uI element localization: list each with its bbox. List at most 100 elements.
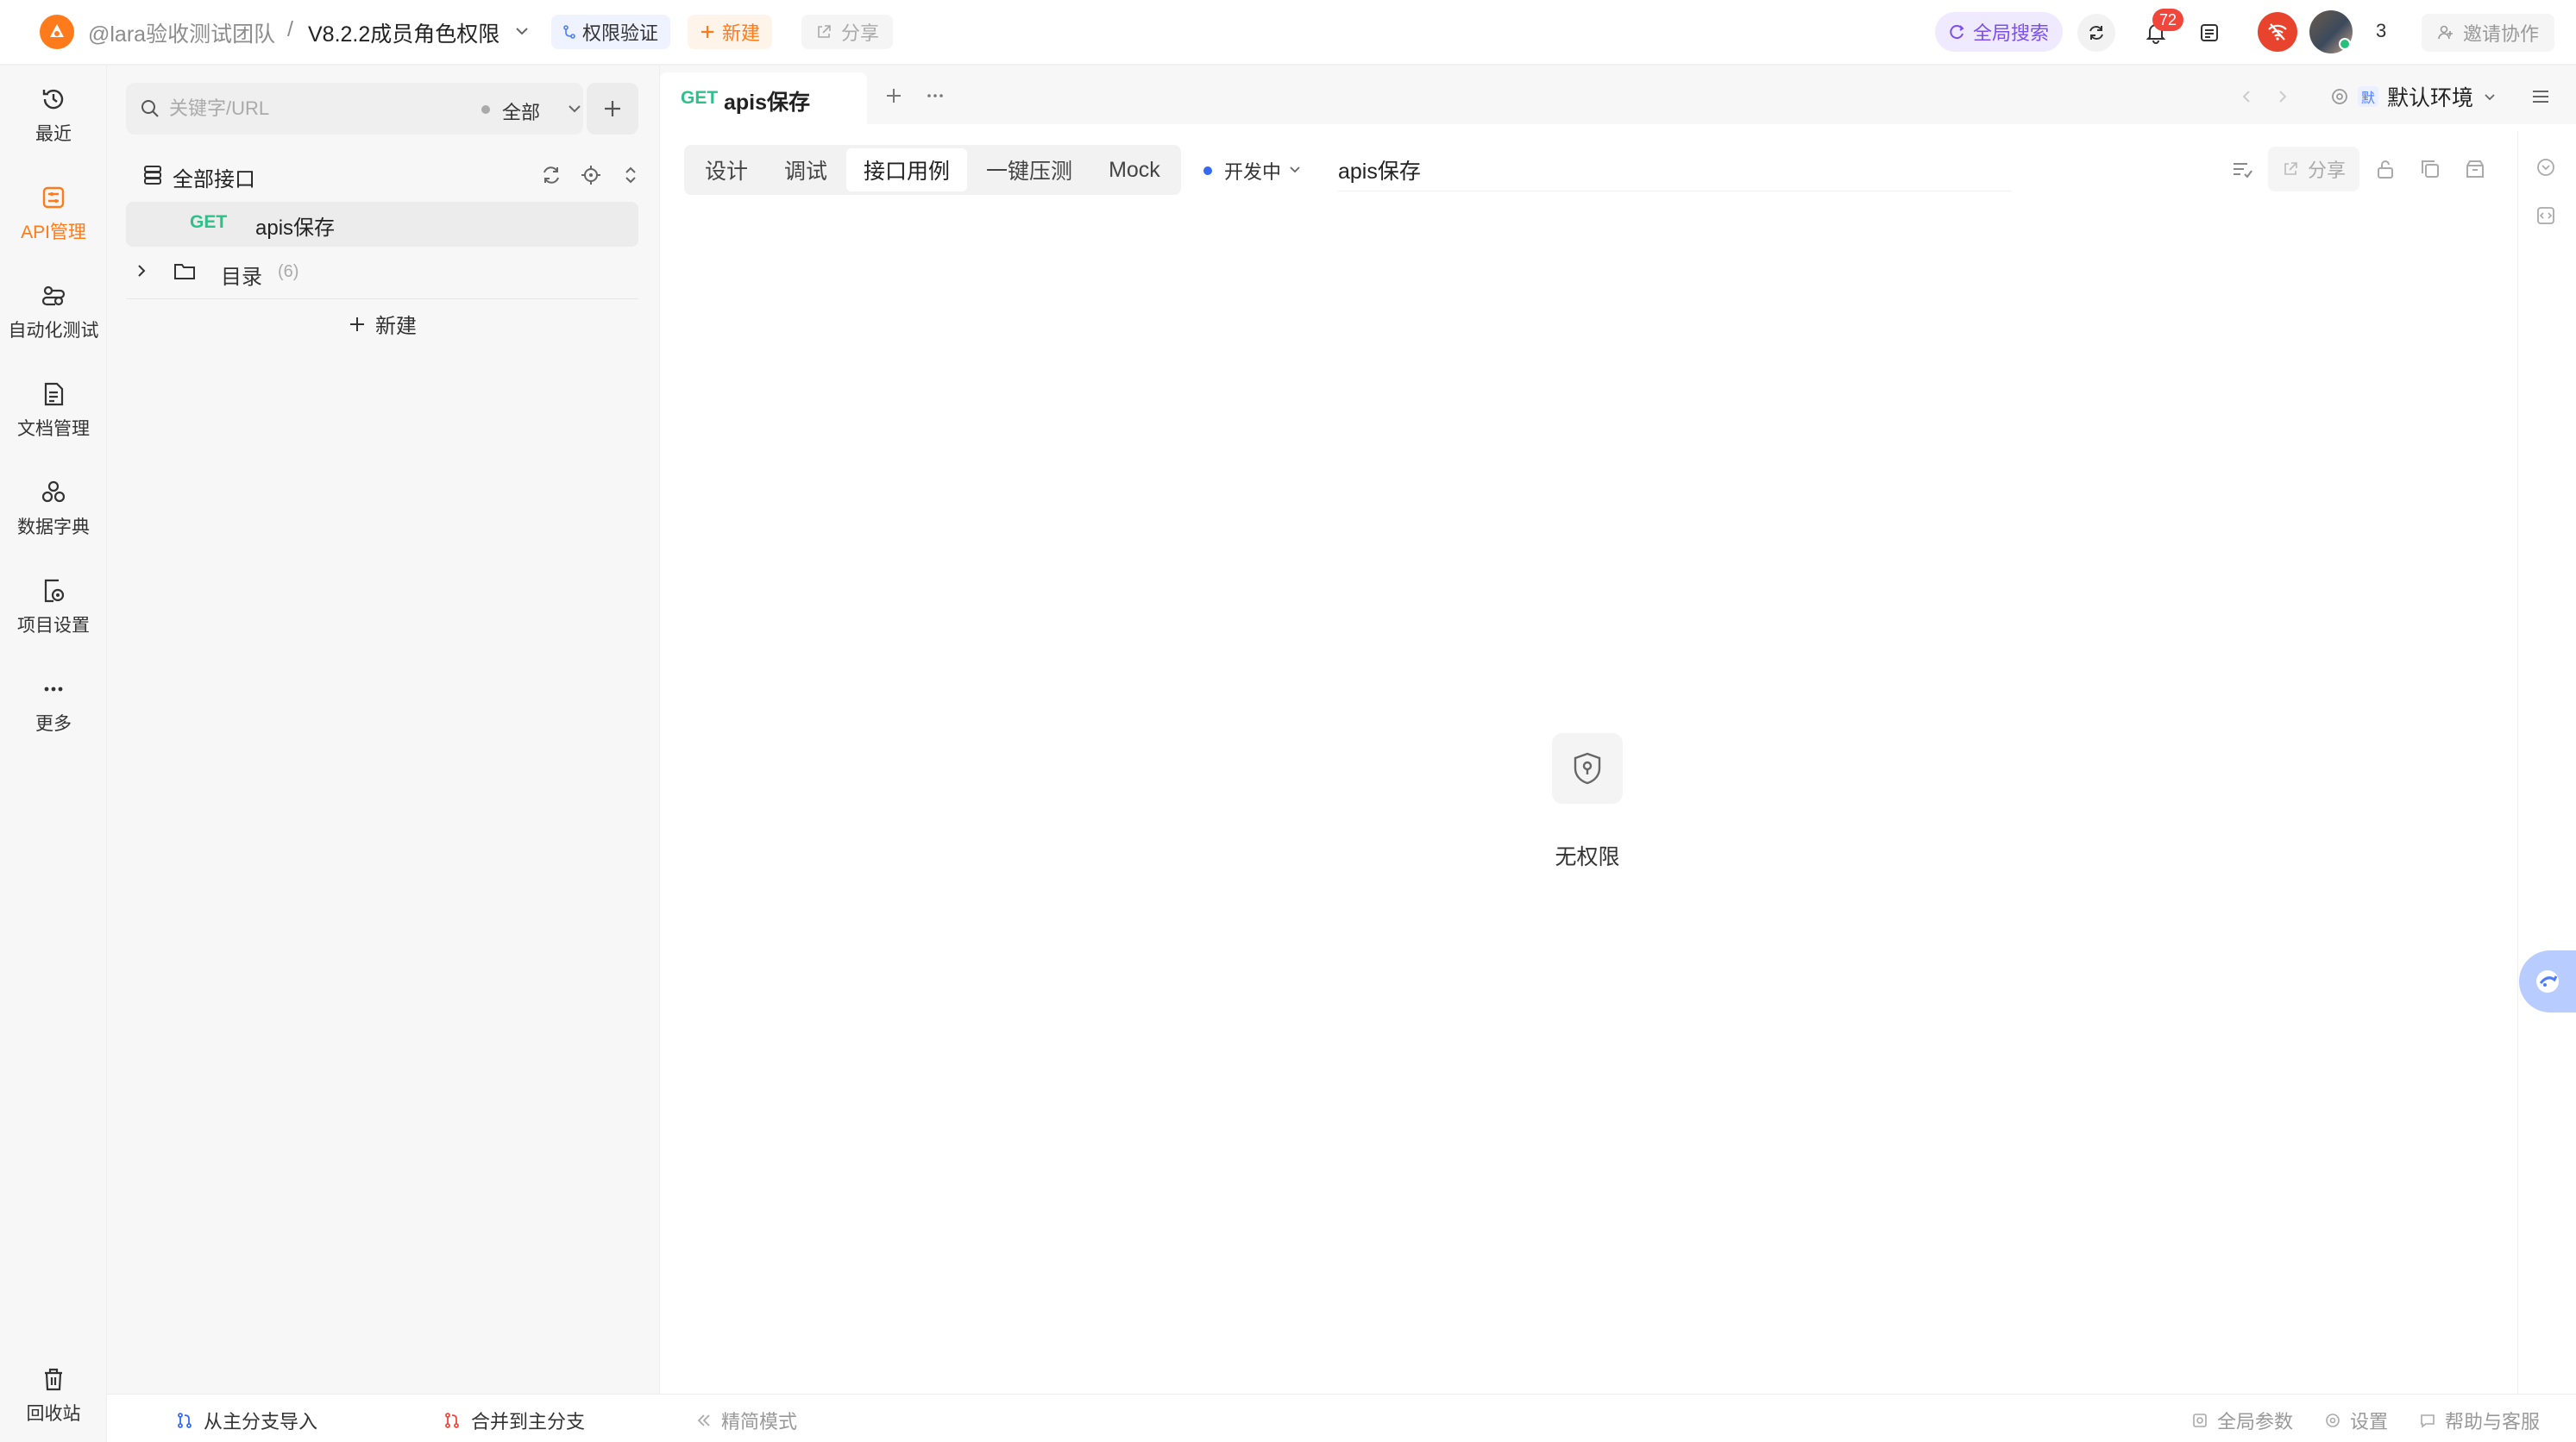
import-from-main-button[interactable]: 从主分支导入 bbox=[176, 1407, 317, 1434]
status-dot bbox=[1203, 166, 1212, 175]
tab-bar: GET apis保存 默 默认环境 bbox=[660, 66, 2576, 124]
tab-api[interactable]: GET apis保存 bbox=[660, 72, 867, 124]
collapse-circle-icon[interactable] bbox=[2535, 157, 2556, 178]
locate-icon[interactable] bbox=[580, 164, 602, 186]
add-api-button[interactable] bbox=[587, 83, 638, 135]
help-chat-icon bbox=[2421, 1414, 2435, 1428]
settings-button[interactable]: 设置 bbox=[2324, 1407, 2388, 1434]
invite-button[interactable]: 邀请协作 bbox=[2422, 14, 2555, 52]
api-icon bbox=[42, 186, 65, 209]
no-permission-illustration bbox=[1552, 733, 1623, 804]
new-button[interactable]: 新建 bbox=[688, 15, 773, 49]
breadcrumb-project[interactable]: V8.2.2成员角色权限 bbox=[308, 17, 499, 48]
tree-root[interactable]: 全部接口 bbox=[138, 157, 638, 191]
subtab-mock[interactable]: Mock bbox=[1091, 148, 1178, 191]
subtab-design[interactable]: 设计 bbox=[688, 148, 765, 191]
share-button[interactable]: 分享 bbox=[2268, 147, 2360, 191]
tree-folder[interactable]: 目录 (6) bbox=[126, 250, 638, 293]
rail-item-label: 回收站 bbox=[26, 1404, 81, 1424]
unlock-icon[interactable] bbox=[2373, 157, 2397, 181]
global-params-button[interactable]: 全局参数 bbox=[2191, 1407, 2293, 1434]
share-button-top[interactable]: 分享 bbox=[801, 15, 894, 49]
environment-icon bbox=[2332, 89, 2347, 104]
rail-item-dictionary[interactable]: 数据字典 bbox=[0, 467, 107, 550]
sync-button[interactable] bbox=[2077, 14, 2115, 52]
database-icon bbox=[144, 166, 161, 185]
user-add-icon bbox=[2438, 25, 2453, 40]
rail-item-docs[interactable]: 文档管理 bbox=[0, 369, 107, 452]
more-icon bbox=[44, 687, 63, 692]
api-name-input[interactable] bbox=[1338, 148, 2011, 191]
rail-item-more[interactable]: 更多 bbox=[0, 664, 107, 747]
code-panel-icon[interactable] bbox=[2535, 205, 2556, 226]
permission-tag[interactable]: 权限验证 bbox=[551, 15, 671, 49]
notification-badge: 72 bbox=[2152, 9, 2183, 31]
simple-mode-button[interactable]: 精简模式 bbox=[695, 1407, 797, 1434]
share-label: 分享 bbox=[2308, 160, 2347, 181]
help-label: 帮助与客服 bbox=[2445, 1411, 2541, 1433]
status-select[interactable]: 开发中 bbox=[1224, 157, 1281, 185]
import-from-main-label: 从主分支导入 bbox=[204, 1411, 318, 1433]
branch-icon bbox=[563, 25, 575, 39]
help-button[interactable]: 帮助与客服 bbox=[2419, 1407, 2540, 1434]
rail-item-recent[interactable]: 最近 bbox=[0, 74, 107, 157]
search-refresh-icon bbox=[1950, 25, 1964, 40]
chevron-down-icon[interactable] bbox=[512, 21, 532, 41]
search-box[interactable]: 全部 bbox=[126, 83, 583, 135]
rail-item-project-settings[interactable]: 项目设置 bbox=[0, 566, 107, 649]
rail-item-label: 自动化测试 bbox=[8, 321, 99, 341]
filter-select[interactable]: 全部 bbox=[502, 97, 540, 125]
breadcrumb-team[interactable]: @lara验收测试团队 bbox=[88, 17, 275, 48]
environment-select[interactable]: 默 默认环境 bbox=[2330, 81, 2497, 112]
tab-nav-arrows-icon[interactable] bbox=[2239, 86, 2290, 107]
app-logo[interactable] bbox=[40, 15, 74, 49]
simple-mode-label: 精简模式 bbox=[721, 1411, 798, 1433]
more-icon[interactable] bbox=[924, 85, 946, 107]
subtab-test-cases[interactable]: 接口用例 bbox=[846, 148, 968, 191]
plus-icon bbox=[350, 317, 364, 331]
menu-icon[interactable] bbox=[2529, 85, 2553, 109]
copy-icon[interactable] bbox=[2418, 157, 2442, 181]
breadcrumb-separator: / bbox=[287, 17, 293, 41]
subtab-stress-test[interactable]: 一键压测 bbox=[969, 148, 1090, 191]
permission-tag-label: 权限验证 bbox=[582, 22, 659, 44]
format-icon[interactable] bbox=[2230, 157, 2254, 181]
archive-icon[interactable] bbox=[2463, 157, 2487, 181]
api-tree-panel: 全部 全部接口 GET apis保存 bbox=[107, 66, 659, 1394]
merge-to-main-button[interactable]: 合并到主分支 bbox=[443, 1407, 585, 1434]
search-input[interactable] bbox=[169, 95, 428, 122]
double-chevron-left-icon bbox=[697, 1414, 710, 1426]
automation-icon bbox=[41, 285, 66, 306]
rail-item-automation[interactable]: 自动化测试 bbox=[0, 271, 107, 354]
logo-icon bbox=[50, 24, 64, 37]
tree-root-label: 全部接口 bbox=[173, 168, 255, 191]
rail-item-trash[interactable]: 回收站 bbox=[0, 1354, 107, 1437]
assistant-icon bbox=[2536, 970, 2559, 993]
new-button-label: 新建 bbox=[722, 22, 761, 44]
left-rail: 最近 API管理 自动化测试 文档管理 数据字典 项目设置 更多 回收站 bbox=[0, 66, 107, 1442]
global-params-label: 全局参数 bbox=[2217, 1411, 2294, 1433]
subtab-debug[interactable]: 调试 bbox=[767, 148, 845, 191]
tree-new-button[interactable]: 新建 bbox=[126, 298, 638, 348]
add-tab-icon[interactable] bbox=[883, 85, 905, 107]
global-search-button[interactable]: 全局搜索 bbox=[1935, 12, 2064, 52]
subtab-group: 设计 调试 接口用例 一键压测 Mock bbox=[684, 145, 1181, 195]
assistant-float-button[interactable] bbox=[2519, 950, 2576, 1013]
rail-item-label: 数据字典 bbox=[17, 517, 90, 537]
rail-item-label: 文档管理 bbox=[17, 419, 90, 439]
settings-label: 设置 bbox=[2350, 1411, 2389, 1433]
rail-item-api[interactable]: API管理 bbox=[0, 172, 107, 255]
plus-icon bbox=[701, 26, 713, 38]
refresh-icon[interactable] bbox=[540, 164, 562, 186]
tree-item-api[interactable]: GET apis保存 bbox=[126, 202, 638, 247]
chevron-down-icon[interactable] bbox=[1286, 160, 1304, 178]
rail-item-label: 更多 bbox=[35, 714, 72, 734]
rail-item-label: API管理 bbox=[21, 223, 86, 242]
chevron-right-icon[interactable] bbox=[133, 262, 150, 279]
chevron-down-icon[interactable] bbox=[564, 98, 585, 119]
expand-collapse-icon[interactable] bbox=[619, 164, 642, 186]
offline-status-avatar[interactable] bbox=[2258, 12, 2297, 52]
changelog-button[interactable] bbox=[2194, 17, 2225, 48]
share-icon bbox=[2284, 162, 2297, 175]
member-count[interactable]: 3 bbox=[2376, 20, 2386, 42]
